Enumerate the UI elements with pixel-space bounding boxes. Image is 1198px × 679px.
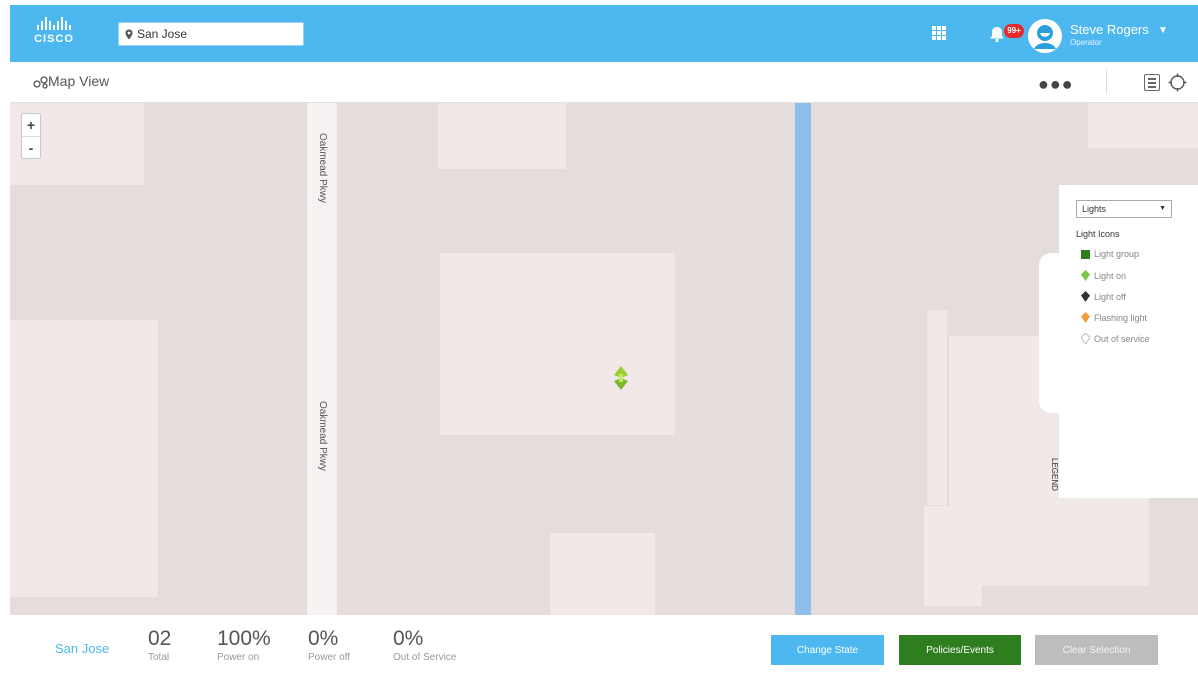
view-toolbar: Map View ●●● <box>10 62 1198 103</box>
map-canvas[interactable]: Oakmead Pkwy Oakmead Pkwy + - LEGEND Lig… <box>10 103 1198 615</box>
zoom-in-button[interactable]: + <box>22 114 40 136</box>
stat-value: 02 <box>148 627 172 650</box>
stat-label: Out of Service <box>393 652 457 663</box>
footer-location: San Jose <box>55 641 110 656</box>
light-group-icon <box>1081 249 1090 259</box>
user-role: Operator <box>1070 38 1102 47</box>
light-on-icon <box>1081 270 1090 281</box>
user-avatar-image <box>1028 19 1062 53</box>
legend-tab-label: LEGEND <box>1050 458 1059 491</box>
notification-bell-icon[interactable] <box>988 25 1006 43</box>
flashing-light-icon <box>1081 312 1090 323</box>
change-state-button[interactable]: Change State <box>771 635 884 665</box>
summary-footer: San Jose 02 Total 100% Power on 0% Power… <box>10 615 1198 679</box>
map-building <box>440 253 675 435</box>
location-search-value: San Jose <box>137 27 188 41</box>
apps-grid-icon[interactable] <box>932 26 946 40</box>
map-building <box>550 533 655 615</box>
stat-power-off: 0% Power off <box>308 627 350 663</box>
legend-item-label: Out of service <box>1094 333 1150 344</box>
map-building <box>10 320 158 597</box>
map-building <box>438 103 566 169</box>
legend-item-label: Flashing light <box>1094 312 1148 323</box>
page-title: Map View <box>48 73 110 89</box>
legend-item-light-group: Light group <box>1081 249 1139 259</box>
stat-total: 02 Total <box>148 627 171 663</box>
chevron-down-icon: ▼ <box>1159 205 1166 212</box>
stat-value: 100% <box>217 627 271 650</box>
map-waterway <box>795 103 811 615</box>
location-search-input[interactable]: San Jose <box>118 22 304 46</box>
user-name[interactable]: Steve Rogers <box>1070 22 1149 37</box>
legend-item-flashing-light: Flashing light <box>1081 312 1147 323</box>
cisco-logo-bars <box>24 16 84 30</box>
legend-item-label: Light group <box>1094 249 1140 259</box>
toolbar-divider <box>1106 70 1107 94</box>
map-building <box>1088 103 1198 148</box>
policies-events-button[interactable]: Policies/Events <box>899 635 1021 665</box>
map-building <box>927 310 947 505</box>
legend-item-out-of-service: Out of service <box>1081 333 1150 344</box>
more-options-icon[interactable]: ●●● <box>1038 74 1074 95</box>
legend-layer-select[interactable]: Lights ▼ <box>1076 200 1172 218</box>
user-avatar[interactable] <box>1028 19 1062 53</box>
locate-target-icon[interactable] <box>1168 73 1187 92</box>
notification-count-badge: 99+ <box>1004 24 1024 38</box>
clear-selection-button[interactable]: Clear Selection <box>1035 635 1158 665</box>
stat-value: 0% <box>393 627 424 650</box>
cisco-logo[interactable]: CISCO <box>24 16 84 52</box>
light-on-marker[interactable] <box>613 365 629 391</box>
list-view-icon[interactable] <box>1144 74 1160 91</box>
map-building <box>924 506 982 606</box>
legend-layer-value: Lights <box>1082 204 1107 214</box>
street-label: Oakmead Pkwy <box>317 133 328 204</box>
legend-item-light-off: Light off <box>1081 291 1126 302</box>
stat-value: 0% <box>308 627 339 650</box>
legend-item-label: Light off <box>1094 291 1126 302</box>
zoom-control: + - <box>21 113 41 159</box>
legend-item-light-on: Light on <box>1081 270 1126 281</box>
stat-label: Power off <box>308 652 351 663</box>
stat-power-on: 100% Power on <box>217 627 271 663</box>
light-off-icon <box>1081 291 1090 302</box>
stat-label: Power on <box>217 652 260 663</box>
stat-label: Total <box>148 652 170 663</box>
zoom-out-button[interactable]: - <box>22 136 40 158</box>
location-pin-icon <box>125 29 133 39</box>
legend-item-label: Light on <box>1094 270 1127 281</box>
chevron-down-icon[interactable]: ▼ <box>1158 25 1168 36</box>
map-legend-panel: Lights ▼ Light Icons Light group Light o… <box>1059 185 1198 498</box>
out-of-service-icon <box>1081 333 1090 344</box>
legend-title: Light Icons <box>1076 229 1120 239</box>
street-label: Oakmead Pkwy <box>317 401 328 472</box>
cisco-wordmark: CISCO <box>34 33 74 45</box>
stat-out-of-service: 0% Out of Service <box>393 627 456 663</box>
top-header: CISCO San Jose 99+ Steve Rogers Operator… <box>10 5 1198 62</box>
